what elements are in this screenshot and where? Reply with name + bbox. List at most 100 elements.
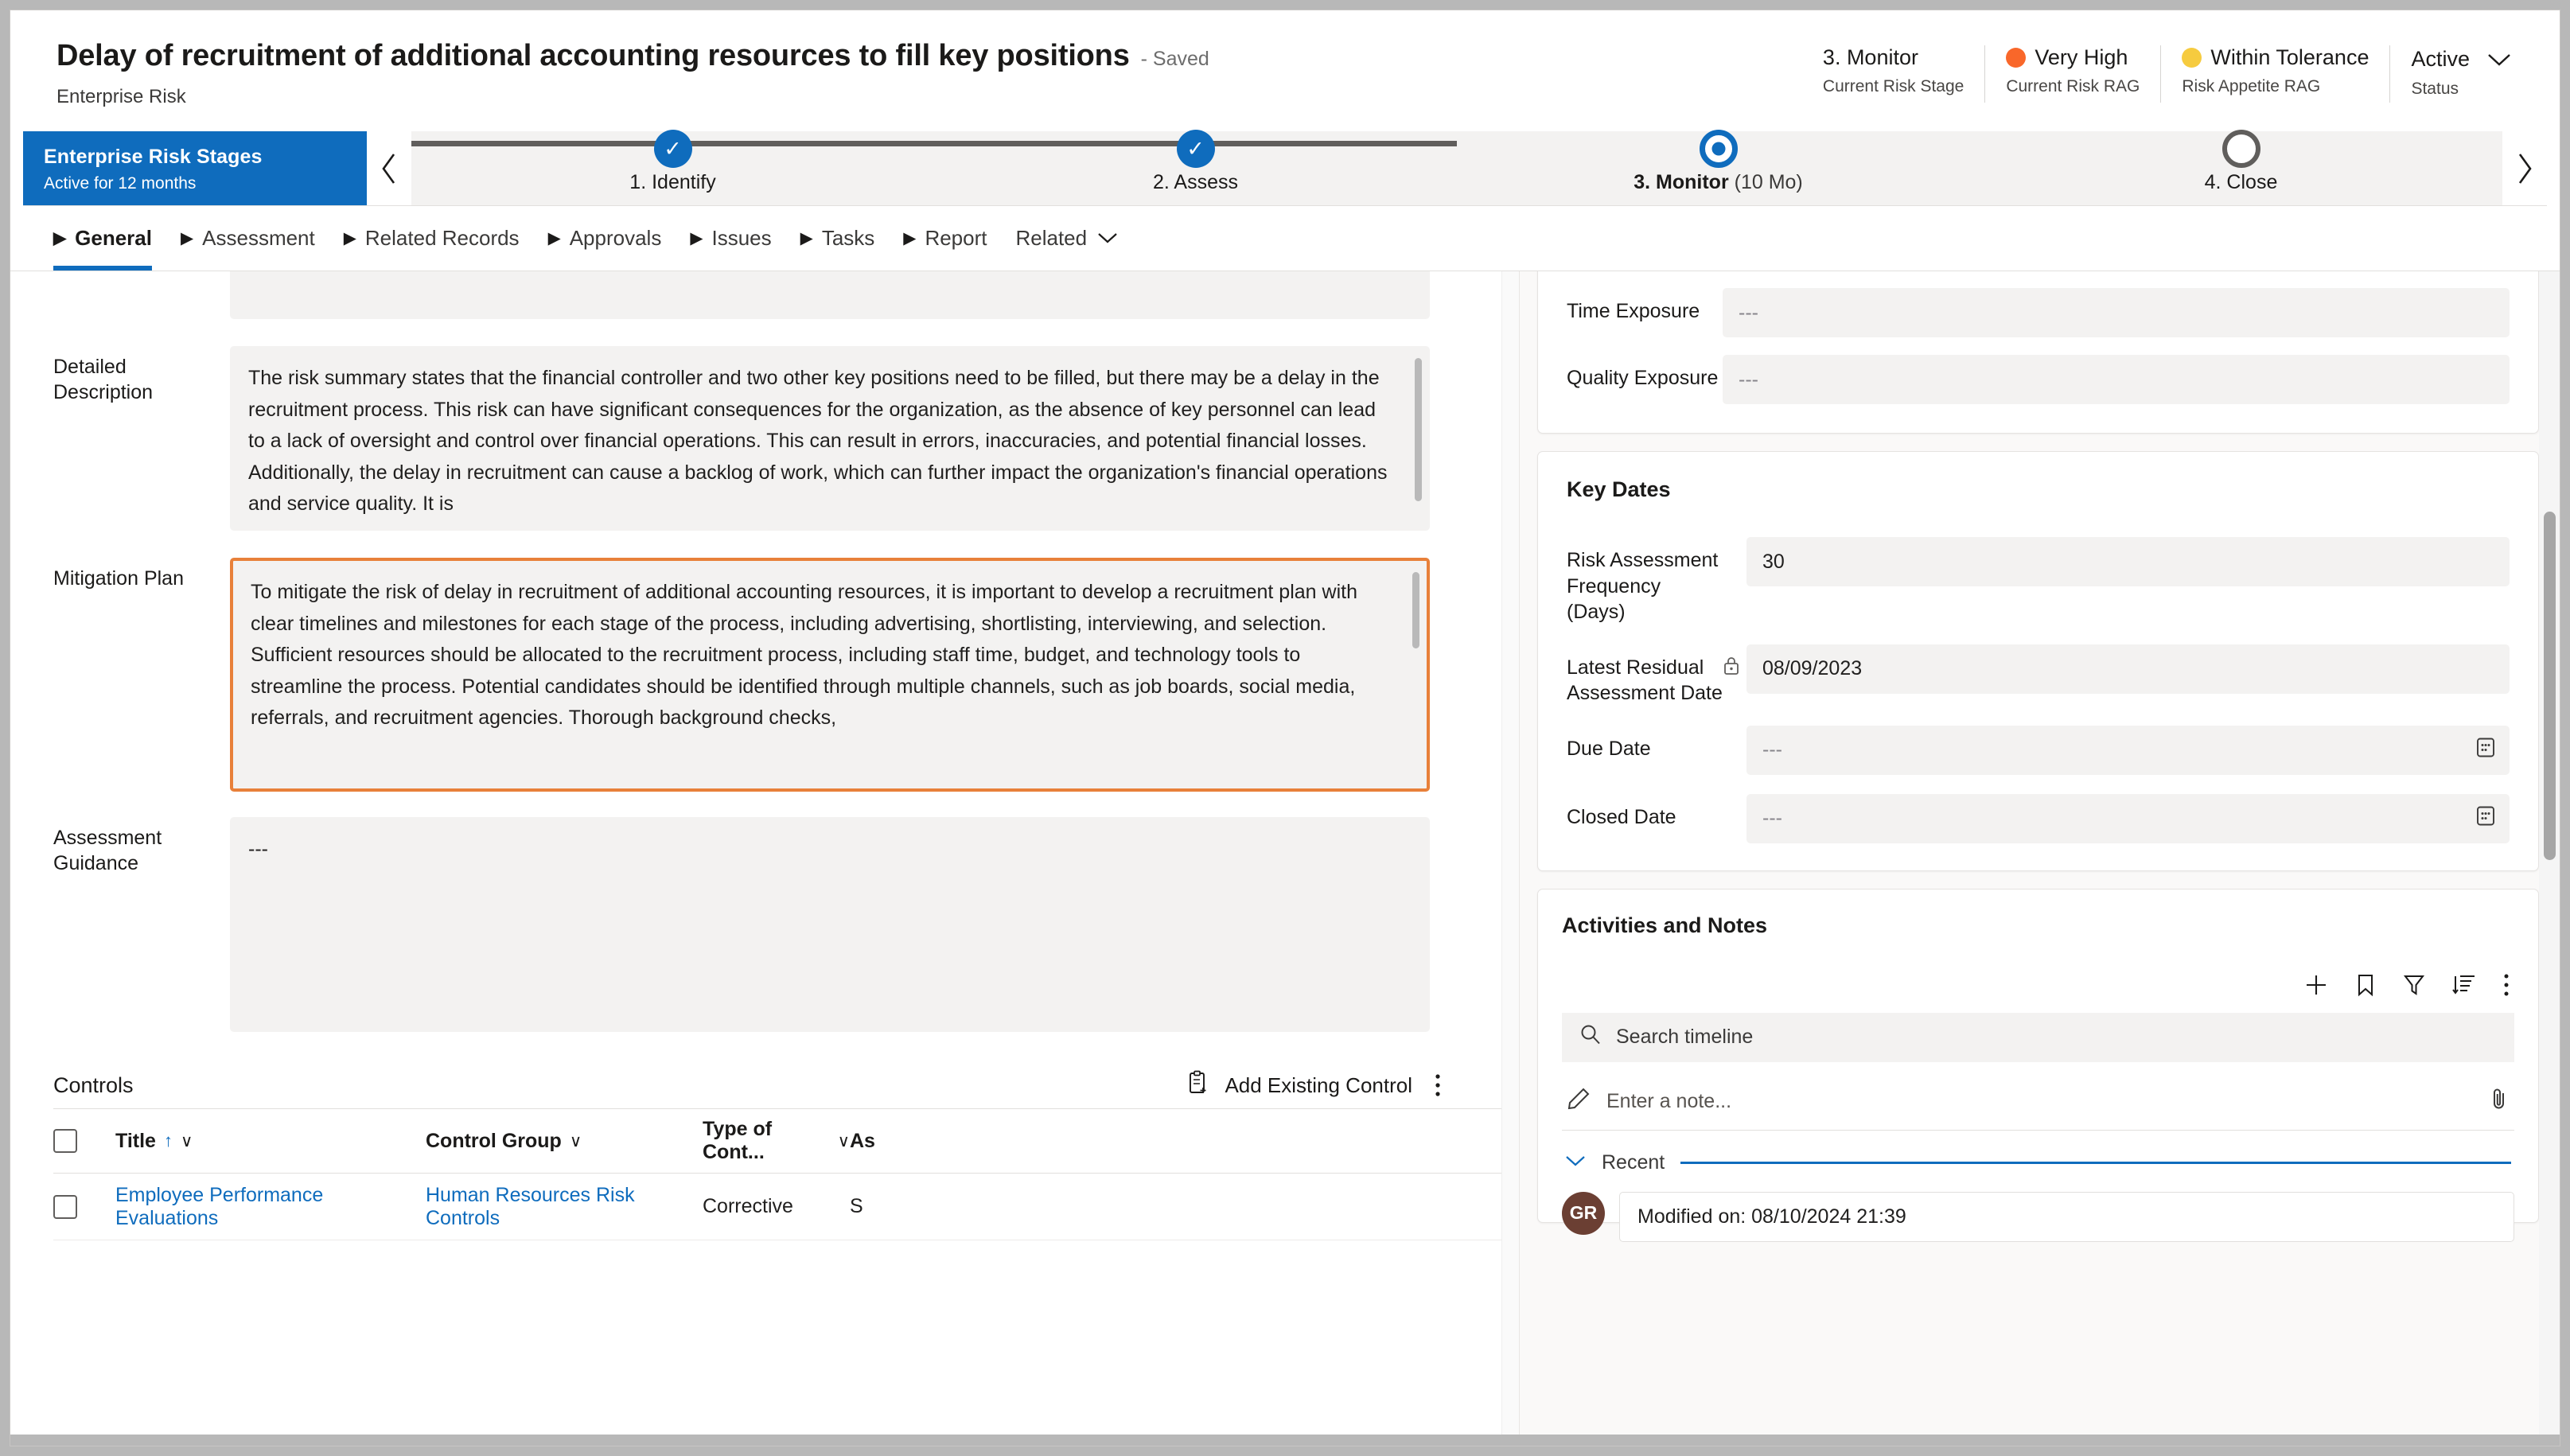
field-control: To mitigate the risk of delay in recruit… (230, 558, 1430, 792)
field-label: Mitigation Plan (53, 567, 184, 590)
calendar-icon[interactable] (2475, 736, 2497, 764)
field-label: Assessment Guidance (53, 827, 162, 874)
field-label: Time Exposure (1567, 300, 1700, 322)
closed-date-value: --- (1762, 807, 1782, 829)
search-timeline-input[interactable]: Search timeline (1562, 1012, 2514, 1062)
tab-approvals[interactable]: ▶ Approvals (548, 206, 662, 271)
triangle-right-icon: ▶ (800, 229, 813, 247)
key-dates-card: Key Dates Risk Assessment Frequency (Day… (1537, 451, 2539, 871)
controls-subgrid-header: Controls Add Existing Control (10, 1062, 1519, 1108)
bpf-step-label: 4. Close (2204, 171, 2278, 193)
record-header-stats: 3. Monitor Current Risk Stage Very High … (1802, 45, 2525, 103)
chevron-down-icon[interactable] (1565, 1154, 1586, 1171)
field-control: --- (230, 817, 1430, 1032)
form-left-column: Detailed Description The risk summary st… (10, 271, 1520, 1446)
page-scrollbar-track[interactable] (2539, 271, 2560, 1446)
quality-exposure-value: --- (1739, 368, 1758, 391)
recent-section-header[interactable]: Recent (1562, 1151, 2514, 1174)
control-as-value-clipped: S (850, 1195, 863, 1217)
field-label: Quality Exposure (1567, 367, 1719, 389)
stat-status[interactable]: Active Status (2390, 45, 2525, 103)
tab-issues[interactable]: ▶ Issues (690, 206, 771, 271)
field-control: --- (1746, 793, 2510, 843)
chevron-down-icon[interactable] (2486, 49, 2512, 72)
stat-current-risk-rag[interactable]: Very High Current Risk RAG (1985, 45, 2162, 103)
more-vertical-icon[interactable] (2503, 973, 2510, 997)
time-exposure-input[interactable]: --- (1723, 288, 2510, 337)
stat-value-row: Active (2411, 45, 2512, 72)
stat-current-risk-stage[interactable]: 3. Monitor Current Risk Stage (1802, 45, 1986, 103)
sort-icon[interactable] (2452, 973, 2476, 997)
column-header-title[interactable]: Title ↑ ∨ (115, 1130, 426, 1153)
calendar-icon[interactable] (2475, 804, 2497, 832)
tab-label: Issues (711, 226, 772, 250)
check-icon: ✓ (1176, 130, 1215, 168)
future-stage-icon (2221, 130, 2260, 168)
chevron-down-icon: ∨ (837, 1131, 850, 1150)
bpf-prev-button[interactable] (367, 131, 411, 205)
time-exposure-value: --- (1739, 301, 1758, 324)
controls-grid-header: Title ↑ ∨ Control Group ∨ Type of Cont..… (53, 1108, 1519, 1174)
enter-note-input[interactable]: Enter a note... (1562, 1073, 2514, 1131)
tab-label: Assessment (202, 226, 315, 250)
tab-label: Report (925, 226, 987, 250)
select-all-checkbox[interactable] (53, 1129, 77, 1153)
textarea-scrollbar[interactable] (1415, 358, 1422, 501)
paperclip-icon[interactable] (2489, 1087, 2510, 1116)
bpf-remaining-line (1457, 141, 2502, 146)
page-scrollbar-thumb[interactable] (2544, 512, 2556, 860)
due-date-input[interactable]: --- (1746, 725, 2510, 775)
bookmark-icon[interactable] (2355, 973, 2376, 997)
tab-assessment[interactable]: ▶ Assessment (181, 206, 315, 271)
bpf-next-button[interactable] (2502, 131, 2547, 205)
timeline-item[interactable]: GR Modified on: 08/10/2024 21:39 (1562, 1191, 2514, 1242)
row-checkbox[interactable] (53, 1194, 77, 1219)
bpf-step-label: 1. Identify (629, 171, 716, 193)
risk-assessment-frequency-input[interactable]: 30 (1746, 537, 2510, 586)
tab-general[interactable]: ▶ General (53, 206, 152, 271)
tab-label: Approvals (569, 226, 662, 250)
latest-residual-assessment-date-input[interactable]: 08/09/2023 (1746, 644, 2510, 694)
control-title-link[interactable]: Employee Performance Evaluations (115, 1184, 323, 1229)
column-header-control-group[interactable]: Control Group ∨ (426, 1130, 703, 1153)
stat-risk-appetite-rag[interactable]: Within Tolerance Risk Appetite RAG (2161, 45, 2391, 103)
tab-related-dropdown[interactable]: Related (1015, 206, 1118, 271)
tab-report[interactable]: ▶ Report (903, 206, 987, 271)
column-label: Control Group (426, 1129, 562, 1152)
column-header-type-of-control[interactable]: Type of Cont... ∨ (703, 1118, 850, 1164)
field-risk-assessment-frequency: Risk Assessment Frequency (Days) 30 (1567, 537, 2510, 625)
controls-more-icon[interactable] (1433, 1073, 1443, 1098)
tab-related-records[interactable]: ▶ Related Records (344, 206, 520, 271)
app-window: Delay of recruitment of additional accou… (10, 10, 2560, 1446)
add-icon[interactable] (2304, 973, 2328, 997)
search-icon (1579, 1023, 1602, 1051)
left-column-scroll-strip[interactable] (1501, 271, 1519, 1446)
clipped-field-above (230, 271, 1430, 319)
table-row[interactable]: Employee Performance Evaluations Human R… (53, 1174, 1519, 1240)
stat-value-row: Within Tolerance (2182, 45, 2369, 70)
assessment-guidance-textarea[interactable]: --- (230, 817, 1430, 1032)
bpf-active-stage[interactable]: Enterprise Risk Stages Active for 12 mon… (23, 131, 367, 205)
timeline-toolbar (1562, 973, 2514, 997)
bpf-step-assess[interactable]: ✓ 2. Assess (1061, 130, 1331, 205)
column-header-as-clipped[interactable]: As (850, 1130, 898, 1153)
quality-exposure-input[interactable]: --- (1723, 355, 2510, 404)
bpf-step-identify[interactable]: ✓ 1. Identify (538, 130, 808, 205)
stat-value: Active (2411, 46, 2470, 71)
mitigation-plan-textarea[interactable]: To mitigate the risk of delay in recruit… (230, 558, 1430, 792)
bpf-step-close[interactable]: 4. Close (2106, 130, 2377, 205)
control-group-link[interactable]: Human Resources Risk Controls (426, 1184, 635, 1229)
field-time-exposure: Time Exposure --- (1567, 288, 2510, 337)
tab-tasks[interactable]: ▶ Tasks (800, 206, 875, 271)
timeline-title: Activities and Notes (1562, 913, 1768, 937)
due-date-value: --- (1762, 738, 1782, 761)
detailed-description-textarea[interactable]: The risk summary states that the financi… (230, 346, 1430, 531)
textarea-scrollbar[interactable] (1412, 572, 1419, 648)
field-label: Risk Assessment Frequency (Days) (1567, 549, 1719, 623)
stat-value: 3. Monitor (1822, 45, 1918, 69)
add-existing-control-button[interactable]: Add Existing Control (1186, 1070, 1412, 1101)
bpf-step-monitor[interactable]: 3. Monitor (10 Mo) (1583, 130, 1854, 205)
bpf-steps: ✓ 1. Identify ✓ 2. Assess 3. Monitor (10… (411, 130, 2502, 205)
closed-date-input[interactable]: --- (1746, 793, 2510, 843)
filter-icon[interactable] (2403, 973, 2425, 997)
